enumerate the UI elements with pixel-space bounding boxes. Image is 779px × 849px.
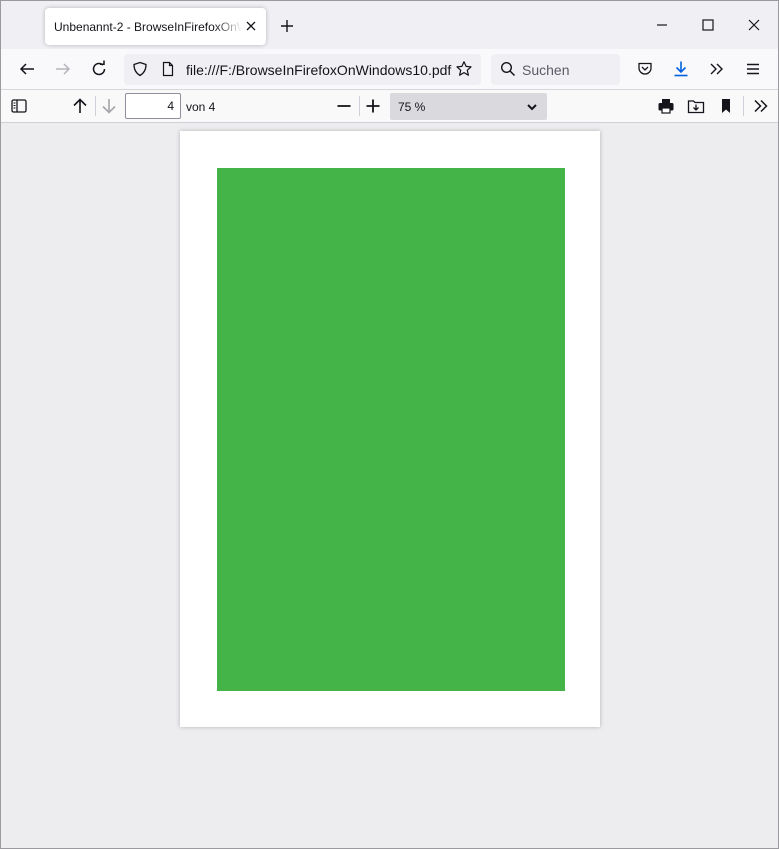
pdf-page (180, 131, 600, 727)
app-menu-icon[interactable] (743, 59, 763, 79)
overflow-chevron-icon[interactable] (707, 59, 727, 79)
zoom-in-icon[interactable] (364, 97, 382, 115)
toolbar-divider (743, 96, 744, 116)
pdf-toolbar: von 4 75 % (1, 90, 778, 123)
forward-icon[interactable] (53, 59, 73, 79)
page-count-label: von 4 (186, 100, 216, 114)
next-page-icon[interactable] (100, 97, 118, 115)
pdf-viewer-area[interactable] (1, 123, 778, 848)
green-rectangle-figure (217, 168, 565, 691)
chevron-down-icon (526, 101, 538, 113)
toolbar-divider (95, 96, 96, 116)
zoom-select[interactable]: 75 % (390, 93, 547, 120)
sidebar-toggle-icon[interactable] (10, 97, 28, 115)
search-bar[interactable]: Suchen (491, 54, 620, 85)
minimize-icon[interactable] (655, 18, 669, 32)
tracking-protection-shield-icon[interactable] (130, 59, 150, 79)
zoom-value: 75 % (398, 100, 426, 114)
tab-close-icon[interactable] (244, 19, 258, 33)
maximize-icon[interactable] (701, 18, 715, 32)
print-icon[interactable] (657, 97, 675, 115)
tab-strip: Unbenannt-2 - BrowseInFirefoxOnWindows10… (1, 1, 778, 49)
tab-title: Unbenannt-2 - BrowseInFirefoxOnWindows10… (54, 19, 242, 34)
search-icon (498, 59, 518, 79)
browser-window: Unbenannt-2 - BrowseInFirefoxOnWindows10… (0, 0, 779, 849)
zoom-out-icon[interactable] (335, 97, 353, 115)
tools-chevron-icon[interactable] (752, 97, 770, 115)
tab-active[interactable]: Unbenannt-2 - BrowseInFirefoxOnWindows10… (45, 8, 266, 45)
bookmark-star-icon[interactable] (454, 59, 474, 79)
bookmark-icon[interactable] (717, 97, 735, 115)
page-info-icon[interactable] (158, 59, 178, 79)
toolbar-divider (359, 96, 360, 116)
close-window-icon[interactable] (747, 18, 761, 32)
search-input-placeholder: Suchen (522, 62, 570, 78)
back-icon[interactable] (17, 59, 37, 79)
url-bar[interactable]: file:///F:/BrowseInFirefoxOnWindows10.pd… (124, 54, 481, 85)
page-number-input[interactable] (125, 93, 181, 119)
url-text: file:///F:/BrowseInFirefoxOnWindows10.pd… (186, 62, 452, 78)
navigation-toolbar: file:///F:/BrowseInFirefoxOnWindows10.pd… (1, 49, 778, 90)
previous-page-icon[interactable] (71, 97, 89, 115)
pocket-icon[interactable] (635, 59, 655, 79)
new-tab-icon[interactable] (278, 17, 296, 35)
save-download-icon[interactable] (687, 97, 705, 115)
reload-icon[interactable] (89, 59, 109, 79)
downloads-icon[interactable] (671, 59, 691, 79)
